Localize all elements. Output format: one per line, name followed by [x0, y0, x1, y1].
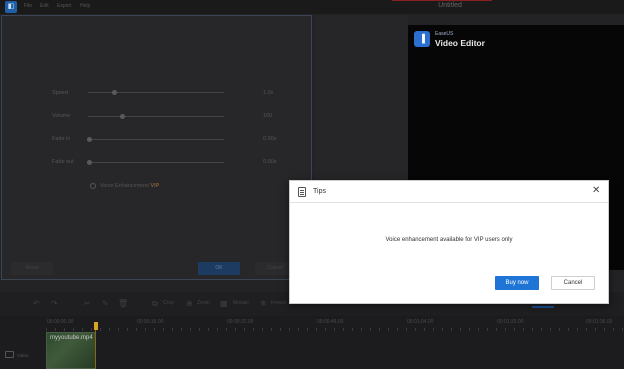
timeline-tick: 00:00:16.00: [137, 319, 164, 325]
fade-out-slider-track[interactable]: [88, 162, 224, 163]
clip-label: myyoutube.mp4: [50, 335, 93, 341]
fade-in-value: 0.00s: [263, 136, 277, 142]
playhead[interactable]: [94, 322, 98, 330]
timeline-tick: 00:01:20.00: [497, 319, 524, 325]
brand-product: Video Editor: [435, 38, 485, 48]
volume-value: 100: [263, 113, 273, 119]
speed-slider-knob[interactable]: [112, 90, 117, 95]
voice-enhancement-text: Voice Enhancement: [100, 183, 149, 189]
split-icon[interactable]: ✂: [84, 299, 91, 308]
timeline-tick: 00:01:04.00: [407, 319, 434, 325]
cancel-button[interactable]: Cancel: [551, 276, 595, 290]
vip-badge: VIP: [150, 183, 160, 189]
fade-in-slider-track[interactable]: [88, 139, 224, 140]
ok-button[interactable]: OK: [198, 262, 240, 275]
speed-value: 1.0x: [263, 90, 274, 96]
fade-out-slider-knob[interactable]: [87, 160, 92, 165]
tips-dialog: Tips ✕ Voice enhancement available for V…: [289, 180, 609, 304]
timeline-ruler[interactable]: [46, 328, 624, 331]
crop-label[interactable]: Crop: [163, 300, 174, 306]
fade-out-label: Fade out: [52, 159, 74, 165]
video-editor-logo-icon: ▐: [414, 31, 430, 47]
title-accent-line: [392, 0, 492, 1]
brand-company: EaseUS: [435, 31, 454, 37]
zoom-label[interactable]: Zoom: [197, 300, 210, 306]
fade-in-slider-knob[interactable]: [87, 137, 92, 142]
timeline-tick: 00:00:32.00: [227, 319, 254, 325]
freeze-label[interactable]: Freeze: [271, 300, 287, 306]
tips-document-icon: [298, 187, 306, 197]
speed-slider-track[interactable]: [88, 92, 224, 93]
redo-icon[interactable]: ↷: [51, 299, 58, 308]
fade-in-label: Fade in: [52, 136, 71, 142]
volume-slider-knob[interactable]: [120, 114, 125, 119]
voice-enhancement-label: Voice Enhancement VIP: [100, 183, 159, 189]
menu-edit[interactable]: Edit: [40, 3, 49, 9]
mosaic-label[interactable]: Mosaic: [233, 300, 249, 306]
reset-button[interactable]: Reset: [11, 262, 53, 275]
close-icon[interactable]: ✕: [592, 185, 600, 196]
video-track-label: Video: [17, 353, 29, 358]
timeline-tick: 00:01:36.00: [586, 319, 613, 325]
zoom-icon[interactable]: ⊕: [186, 299, 193, 308]
mosaic-icon[interactable]: ▦: [220, 299, 228, 308]
undo-icon[interactable]: ↶: [33, 299, 40, 308]
app-window: ◧ File Edit Export Help Untitled Speed 1…: [0, 0, 624, 369]
timeline-tick: 00:00:48.00: [317, 319, 344, 325]
title-bar: ◧ File Edit Export Help Untitled: [0, 0, 624, 14]
volume-slider-track[interactable]: [88, 116, 224, 117]
delete-icon[interactable]: 🗑: [118, 299, 128, 308]
dialog-header: Tips ✕: [290, 181, 608, 203]
zoom-slider-indicator[interactable]: [532, 306, 554, 308]
speed-label: Speed: [52, 90, 68, 96]
dialog-message: Voice enhancement available for VIP user…: [385, 237, 513, 243]
volume-label: Volume: [52, 113, 71, 119]
freeze-icon[interactable]: ❄: [260, 299, 267, 308]
video-track-icon: [5, 351, 14, 358]
edit-icon[interactable]: ✎: [102, 299, 109, 308]
menu-file[interactable]: File: [24, 3, 32, 9]
audio-settings-panel: [1, 15, 312, 280]
playhead-line: [95, 330, 96, 369]
window-title: Untitled: [438, 2, 462, 9]
dialog-title: Tips: [313, 188, 326, 195]
app-logo-icon: ◧: [5, 1, 17, 13]
menu-export[interactable]: Export: [57, 3, 71, 9]
crop-icon[interactable]: ⧉: [152, 299, 158, 309]
voice-enhancement-radio[interactable]: [90, 183, 96, 189]
timeline-tick: 00:00:00.00: [47, 319, 74, 325]
menu-help[interactable]: Help: [80, 3, 90, 9]
fade-out-value: 0.00s: [263, 159, 277, 165]
buy-now-button[interactable]: Buy now: [495, 276, 539, 290]
